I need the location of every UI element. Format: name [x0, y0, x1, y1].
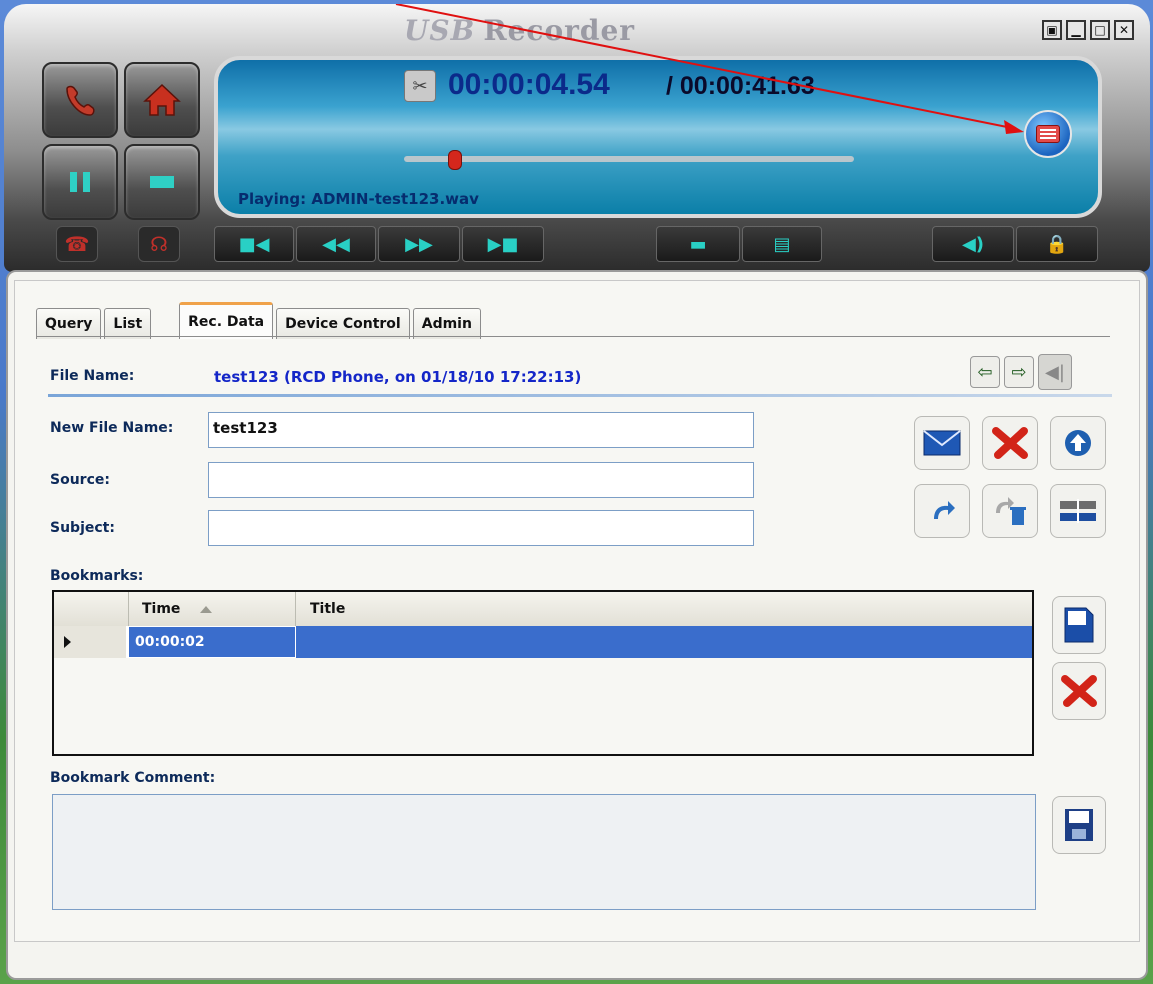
- bookmark-time-cell[interactable]: 00:00:02: [128, 626, 296, 658]
- new-file-name-field[interactable]: test123: [208, 412, 754, 448]
- copy-button[interactable]: ▤: [742, 226, 822, 262]
- tab-device-control[interactable]: Device Control: [276, 308, 410, 339]
- speaker-icon: ◀|: [1045, 361, 1065, 383]
- phone-line-icon[interactable]: ☎: [56, 226, 98, 262]
- arrow-right-icon: ⇨: [1011, 361, 1027, 383]
- skip-start-button[interactable]: ■◀: [214, 226, 294, 262]
- tab-admin[interactable]: Admin: [412, 308, 481, 339]
- split-button[interactable]: [1050, 484, 1106, 538]
- upload-icon: [1065, 430, 1091, 456]
- save-bookmark-button[interactable]: [1052, 596, 1106, 654]
- bookmark-comment-label: Bookmark Comment:: [50, 770, 216, 786]
- row-pointer-icon: [64, 636, 71, 648]
- bookmark-icon: [1064, 607, 1094, 643]
- bookmarks-table: Time Title 00:00:02: [52, 590, 1034, 756]
- annotation-arrow: [395, 4, 1024, 134]
- arrow-left-icon: ⇦: [977, 361, 993, 383]
- column-header-time[interactable]: Time: [128, 592, 296, 626]
- usb-recorder-window: USB Recorder ▣ ▁ □ ✕ ✂ 00:00:04.54 / 00:…: [4, 4, 1150, 982]
- redo-icon: [934, 501, 955, 519]
- tab-rec-data[interactable]: Rec. Data: [179, 302, 274, 339]
- row-header-column: [54, 592, 129, 626]
- trash-icon: [996, 497, 1026, 525]
- bookmark-comment-field[interactable]: [52, 794, 1036, 910]
- tab-list[interactable]: List: [104, 308, 152, 339]
- sort-ascending-icon: [200, 606, 212, 613]
- rewind-button[interactable]: ◀◀: [296, 226, 376, 262]
- speaker-button[interactable]: ◀|: [1038, 354, 1072, 390]
- file-name-value: test123 (RCD Phone, on 01/18/10 17:22:13…: [214, 368, 582, 386]
- subject-field[interactable]: [208, 510, 754, 546]
- column-header-title[interactable]: Title: [296, 592, 345, 626]
- delete-icon: [1061, 675, 1097, 707]
- tab-query[interactable]: Query: [36, 308, 102, 339]
- next-file-button[interactable]: ⇨: [1004, 356, 1034, 388]
- volume-button[interactable]: ◀): [932, 226, 1014, 262]
- table-row[interactable]: 00:00:02: [54, 626, 1032, 658]
- tab-bar: Query List Rec. Data Device Control Admi…: [36, 302, 484, 339]
- lock-button[interactable]: 🔒: [1016, 226, 1098, 262]
- file-name-label: File Name:: [50, 368, 135, 384]
- email-button[interactable]: [914, 416, 970, 470]
- skip-end-button[interactable]: ▶■: [462, 226, 544, 262]
- tab-divider: [36, 336, 1110, 337]
- upload-button[interactable]: [1050, 416, 1106, 470]
- open-folder-button[interactable]: ▬: [656, 226, 740, 262]
- fast-forward-button[interactable]: ▶▶: [378, 226, 460, 262]
- table-header: Time Title: [54, 592, 1032, 627]
- new-file-name-label: New File Name:: [50, 420, 174, 436]
- playing-status: Playing: ADMIN-test123.wav: [238, 190, 479, 208]
- redo-button[interactable]: [914, 484, 970, 538]
- delete-bookmark-button[interactable]: [1052, 662, 1106, 720]
- stop-icon: [150, 176, 174, 188]
- headset-icon[interactable]: ☊: [138, 226, 180, 262]
- source-label: Source:: [50, 472, 110, 488]
- pause-icon: [70, 172, 90, 192]
- previous-file-button[interactable]: ⇦: [970, 356, 1000, 388]
- bookmarks-label: Bookmarks:: [50, 568, 144, 584]
- delete-file-button[interactable]: [982, 416, 1038, 470]
- save-comment-button[interactable]: [1052, 796, 1106, 854]
- redo-delete-button[interactable]: [982, 484, 1038, 538]
- envelope-icon: [923, 430, 961, 456]
- content-panel: Query List Rec. Data Device Control Admi…: [6, 270, 1148, 980]
- subject-label: Subject:: [50, 520, 115, 536]
- file-name-divider: [48, 394, 1112, 397]
- row-selector[interactable]: [54, 626, 128, 658]
- delete-icon: [992, 427, 1028, 459]
- source-field[interactable]: [208, 462, 754, 498]
- floppy-disk-icon: [1065, 809, 1093, 841]
- split-icon: [1060, 499, 1096, 523]
